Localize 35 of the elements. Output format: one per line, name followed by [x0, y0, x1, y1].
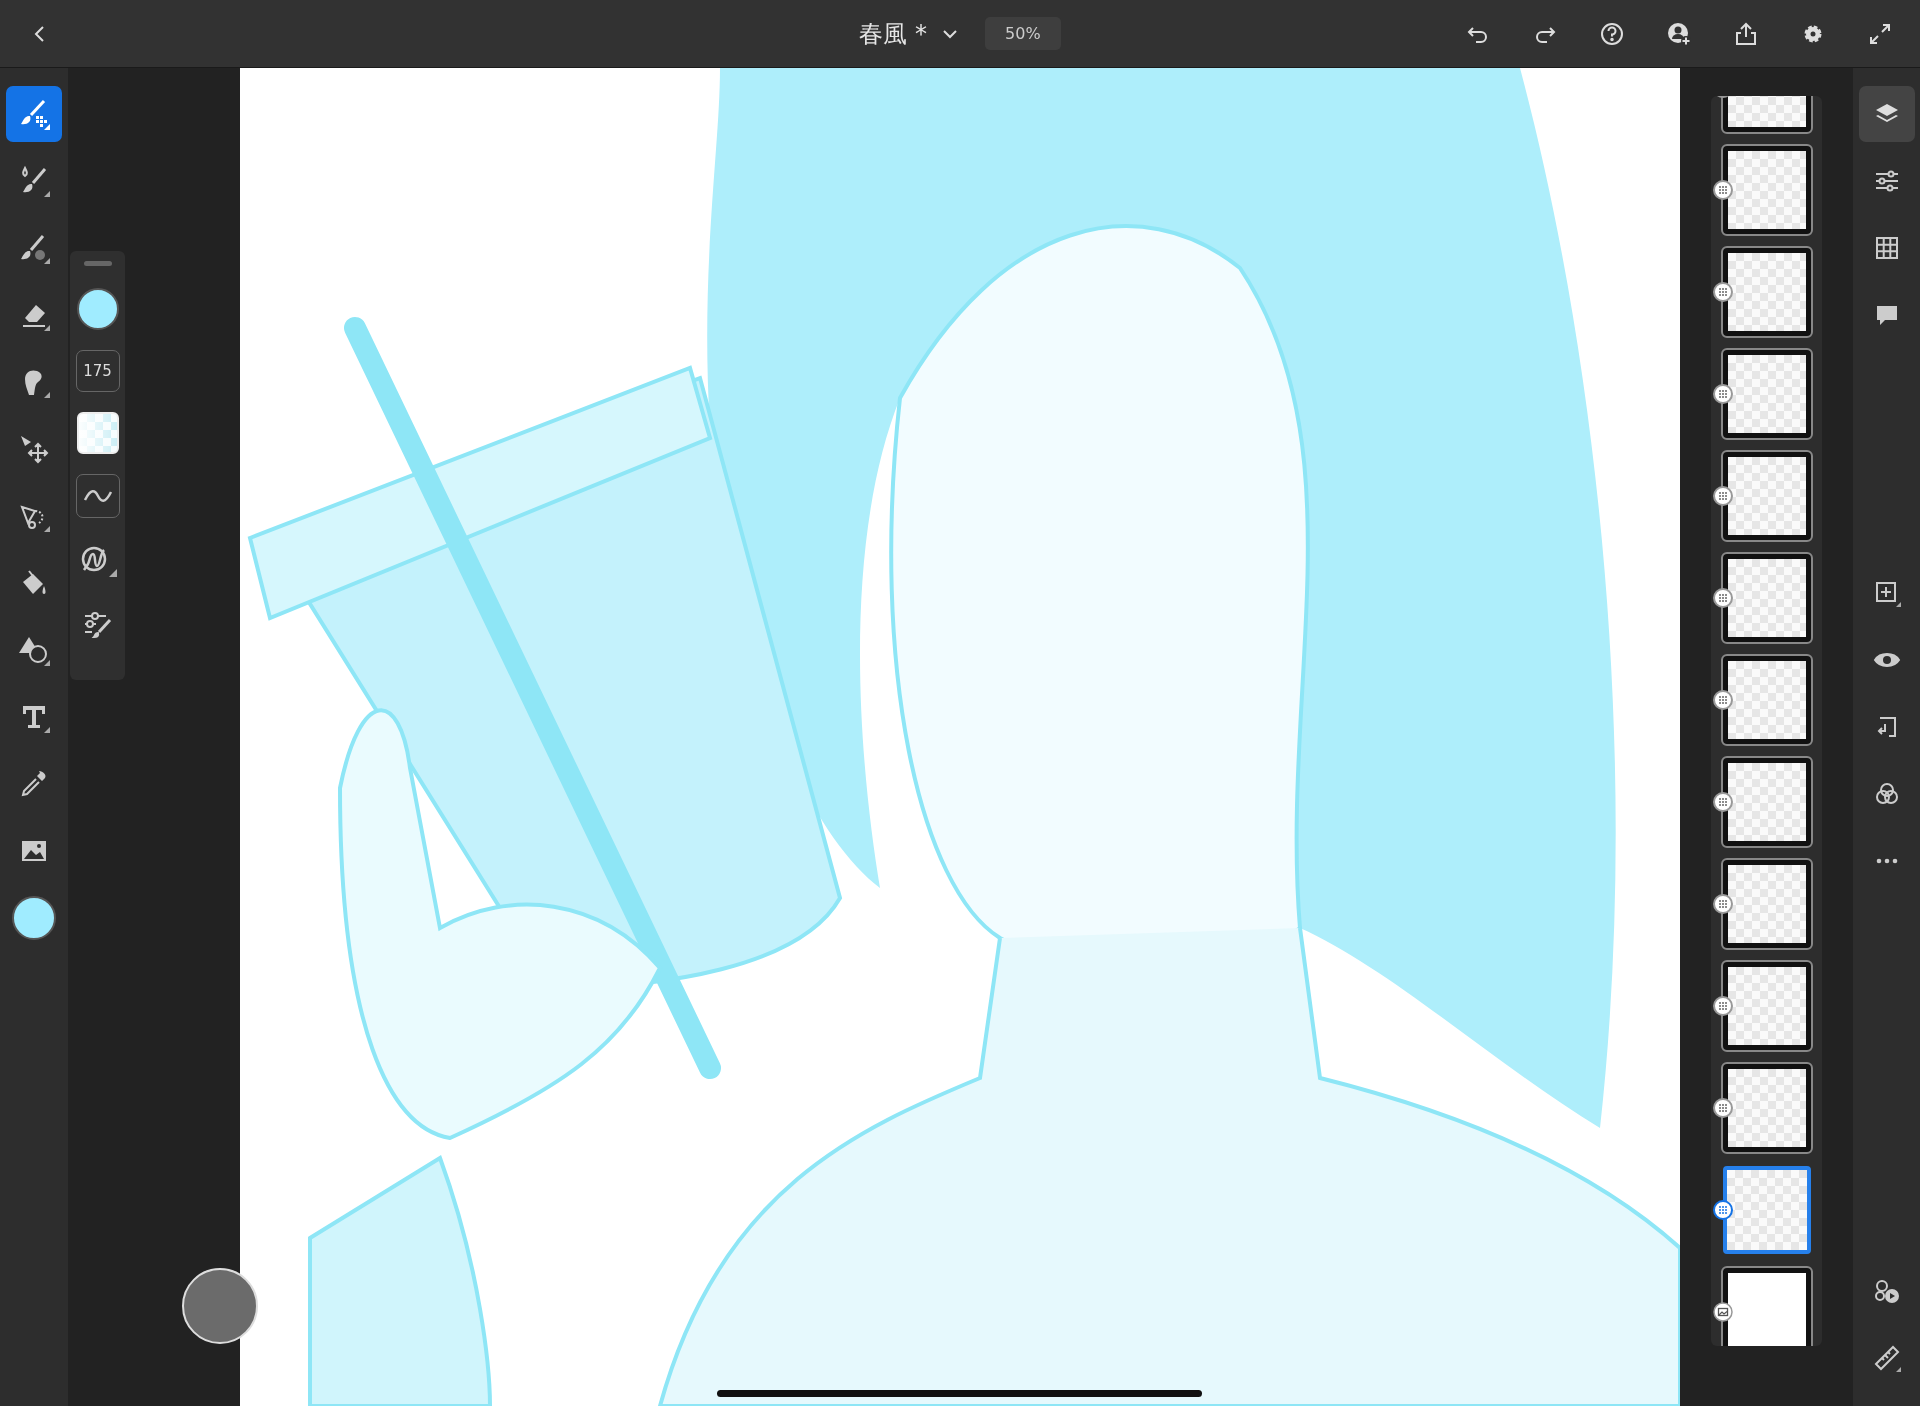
layer-thumbnail[interactable] [1723, 1064, 1811, 1152]
layer-thumbnail[interactable] [1723, 248, 1811, 336]
layer-thumbnail[interactable] [1723, 554, 1811, 642]
smoothing-icon[interactable] [75, 474, 120, 518]
image-layer-icon[interactable] [1713, 1302, 1733, 1322]
grip-icon[interactable] [1713, 792, 1733, 812]
grip-icon[interactable] [1713, 690, 1733, 710]
layer-thumbnail[interactable] [1723, 350, 1811, 438]
grip-icon[interactable] [1713, 996, 1733, 1016]
opacity-swatch[interactable] [76, 412, 119, 454]
layer-thumbnail[interactable] [1723, 758, 1811, 846]
zoom-level[interactable]: 50% [985, 17, 1061, 50]
brush-color-swatch[interactable] [76, 288, 119, 330]
brush-size-field[interactable]: 175 [75, 350, 120, 392]
grip-icon[interactable] [1713, 486, 1733, 506]
grip-icon[interactable] [1713, 1200, 1733, 1220]
layer-thumbnail[interactable] [1723, 656, 1811, 744]
grip-icon[interactable] [1713, 588, 1733, 608]
color-swatch[interactable] [12, 896, 56, 940]
layer-thumbnail[interactable] [1723, 1268, 1811, 1346]
layer-thumbnail[interactable] [1723, 860, 1811, 948]
grip-icon[interactable] [1713, 894, 1733, 914]
pixel-brush-tool[interactable] [6, 86, 62, 142]
layer-thumbnail[interactable] [1723, 1166, 1811, 1254]
layer-thumbnail[interactable] [1723, 146, 1811, 234]
grip-icon[interactable] [1713, 282, 1733, 302]
document-title[interactable]: 春風 * [859, 17, 928, 50]
grip-icon[interactable] [1713, 180, 1733, 200]
drag-handle[interactable] [83, 261, 112, 266]
grip-icon[interactable] [1713, 384, 1733, 404]
grip-icon[interactable] [1713, 1098, 1733, 1118]
layers-icon[interactable] [1858, 86, 1915, 142]
layer-thumbnail[interactable] [1723, 962, 1811, 1050]
layer-thumbnail[interactable] [1723, 452, 1811, 540]
caret-icon[interactable] [941, 27, 960, 40]
